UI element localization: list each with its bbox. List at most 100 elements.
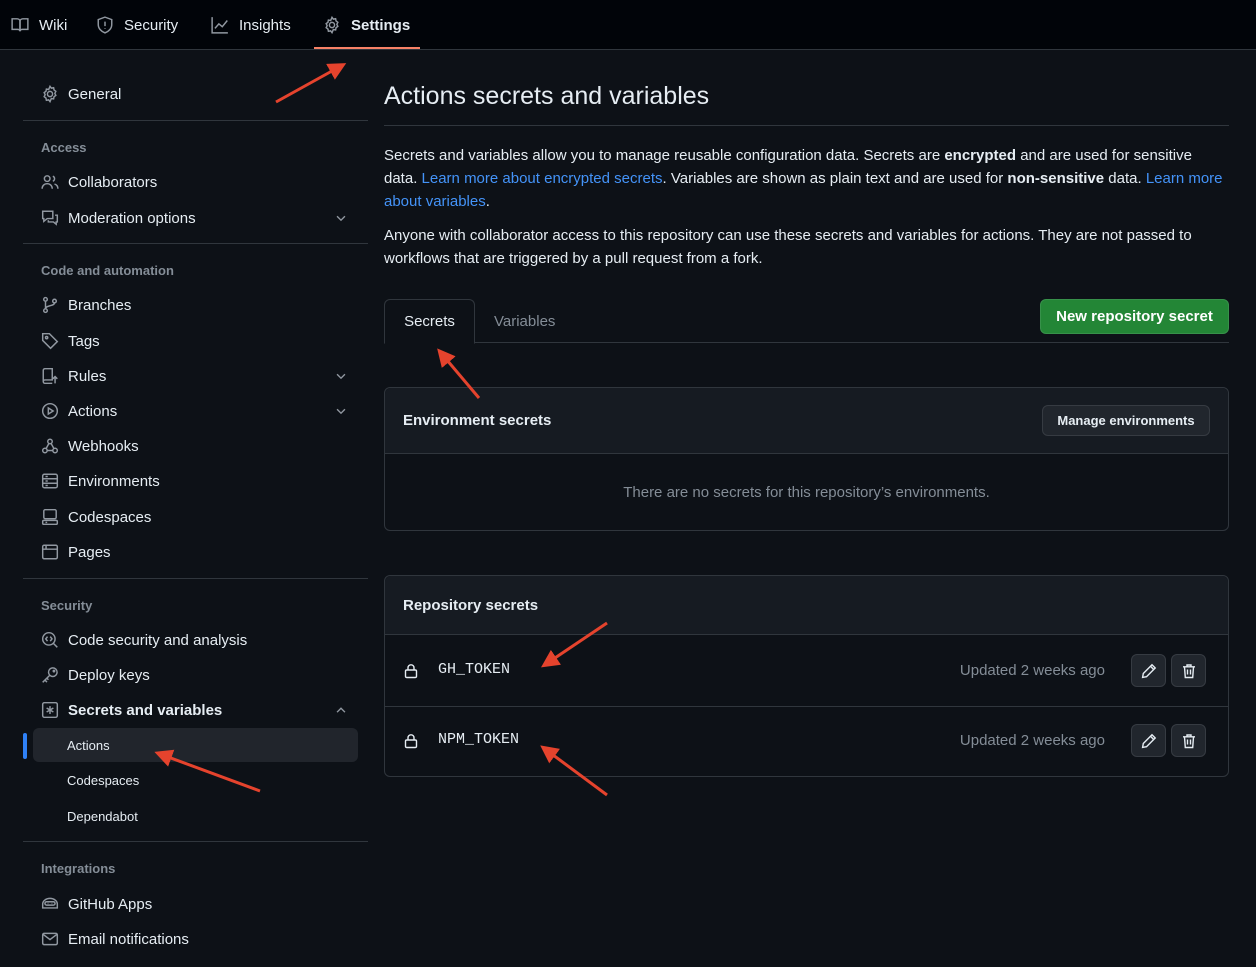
trash-icon	[1182, 663, 1195, 678]
tab-insights-label: Insights	[239, 16, 291, 34]
book-icon	[11, 18, 29, 32]
tab-security[interactable]: Security	[96, 0, 178, 50]
tab-settings[interactable]: Settings	[323, 0, 410, 50]
repository-secrets-title: Repository secrets	[403, 597, 539, 614]
new-repository-secret-button[interactable]: New repository secret	[1040, 299, 1229, 334]
environment-secrets-header: Environment secrets Manage environments	[385, 388, 1228, 454]
sidebar-item-label: Pages	[68, 543, 111, 561]
pencil-icon	[1141, 663, 1156, 678]
browser-icon	[41, 544, 59, 560]
secret-row: GH_TOKEN Updated 2 weeks ago	[385, 636, 1228, 706]
sidebar-item-label: Codespaces	[68, 508, 152, 526]
sidebar-item-label: Secrets and variables	[68, 701, 223, 719]
intro-emphasis: non-sensitive	[1007, 170, 1105, 187]
sidebar-item-general[interactable]: General	[33, 78, 358, 110]
sidebar-subitem-actions[interactable]: Actions	[33, 728, 358, 762]
key-icon	[42, 667, 58, 683]
sidebar-subitem-codespaces[interactable]: Codespaces	[33, 763, 358, 797]
intro-text: data.	[1104, 170, 1146, 187]
secret-name: GH_TOKEN	[438, 661, 511, 678]
sidebar-item-deploy-keys[interactable]: Deploy keys	[33, 659, 358, 691]
sidebar-section-access: Access	[41, 140, 87, 155]
sidebar-item-codespaces[interactable]: Codespaces	[33, 501, 358, 533]
sidebar-item-branches[interactable]: Branches	[33, 289, 358, 321]
server-icon	[41, 473, 59, 489]
tab-secrets[interactable]: Secrets	[384, 299, 475, 344]
codespaces-icon	[41, 508, 59, 526]
sidebar-item-actions[interactable]: Actions	[33, 395, 358, 427]
tab-variables[interactable]: Variables	[494, 299, 555, 343]
sidebar-item-label: Email notifications	[68, 930, 189, 948]
active-tab-underline	[314, 47, 420, 49]
sidebar-item-moderation[interactable]: Moderation options	[33, 202, 358, 234]
sidebar-item-label: Code security and analysis	[68, 631, 248, 649]
sidebar-divider	[23, 120, 368, 121]
chevron-up-icon	[336, 707, 346, 713]
delete-secret-button[interactable]	[1171, 724, 1206, 757]
sidebar-item-collaborators[interactable]: Collaborators	[33, 166, 358, 198]
secret-row: NPM_TOKEN Updated 2 weeks ago	[385, 706, 1228, 776]
play-circle-icon	[41, 402, 59, 420]
sidebar-divider	[23, 841, 368, 842]
sidebar-item-email-notifications[interactable]: Email notifications	[33, 923, 358, 955]
secret-updated: Updated 2 weeks ago	[959, 662, 1105, 679]
secret-name: NPM_TOKEN	[438, 731, 520, 748]
sidebar-item-label: Branches	[68, 296, 132, 314]
sidebar-subitem-dependabot[interactable]: Dependabot	[33, 799, 358, 833]
codescan-icon	[41, 631, 58, 648]
intro-text: .	[485, 193, 490, 210]
key-asterisk-icon	[41, 701, 59, 719]
lock-icon	[404, 734, 418, 749]
sidebar-divider	[23, 243, 368, 244]
people-icon	[41, 175, 59, 189]
manage-environments-button[interactable]: Manage environments	[1042, 405, 1210, 436]
sidebar-item-label: Actions	[68, 402, 118, 420]
sidebar-item-github-apps[interactable]: GitHub Apps	[33, 888, 358, 920]
repo-push-icon	[42, 367, 58, 385]
sidebar-item-rules[interactable]: Rules	[33, 360, 358, 392]
environment-secrets-title: Environment secrets	[403, 412, 552, 429]
edit-secret-button[interactable]	[1131, 654, 1166, 687]
sidebar-item-code-security[interactable]: Code security and analysis	[33, 624, 358, 656]
sidebar-item-pages[interactable]: Pages	[33, 536, 358, 568]
chevron-down-icon	[336, 408, 346, 415]
sidebar-item-label: Moderation options	[68, 209, 196, 227]
title-divider	[384, 125, 1229, 126]
chevron-down-icon	[336, 215, 346, 222]
graph-icon	[211, 17, 228, 34]
tag-icon	[41, 332, 59, 350]
trash-icon	[1182, 733, 1195, 748]
sidebar-item-label: Tags	[68, 332, 100, 350]
chevron-down-icon	[336, 373, 346, 380]
sidebar-item-label: General	[68, 85, 122, 103]
sidebar-item-webhooks[interactable]: Webhooks	[33, 430, 358, 462]
learn-more-secrets-link[interactable]: Learn more about encrypted secrets	[422, 170, 663, 187]
tab-wiki[interactable]: Wiki	[11, 0, 67, 50]
edit-secret-button[interactable]	[1131, 724, 1166, 757]
active-item-indicator	[23, 733, 27, 759]
sidebar-item-secrets-variables[interactable]: Secrets and variables	[33, 694, 358, 726]
access-note-paragraph: Anyone with collaborator access to this …	[384, 227, 1192, 267]
sidebar-item-environments[interactable]: Environments	[33, 465, 358, 497]
delete-secret-button[interactable]	[1171, 654, 1206, 687]
page-title: Actions secrets and variables	[384, 82, 710, 110]
repo-top-nav: Wiki Security Insights Settings	[0, 0, 1256, 50]
intro-text: . Variables are shown as plain text and …	[662, 170, 1008, 187]
git-branch-icon	[42, 296, 58, 314]
sidebar-section-code-automation: Code and automation	[41, 263, 174, 278]
sidebar-item-tags[interactable]: Tags	[33, 325, 358, 357]
intro-text: Secrets and variables allow you to manag…	[384, 147, 945, 164]
sidebar-item-label: Collaborators	[68, 173, 158, 191]
sidebar-section-integrations: Integrations	[41, 861, 116, 876]
tab-insights[interactable]: Insights	[211, 0, 291, 50]
sidebar-item-label: GitHub Apps	[68, 895, 153, 913]
shield-icon	[97, 16, 113, 34]
sidebar-item-label: Deploy keys	[68, 666, 150, 684]
intro-emphasis: encrypted	[944, 147, 1017, 164]
webhook-icon	[41, 438, 59, 454]
gear-icon	[43, 85, 57, 103]
sidebar-item-label: Webhooks	[68, 437, 139, 455]
mail-icon	[41, 932, 59, 946]
environment-secrets-empty-message: There are no secrets for this repository…	[623, 484, 990, 501]
pencil-icon	[1141, 733, 1156, 748]
